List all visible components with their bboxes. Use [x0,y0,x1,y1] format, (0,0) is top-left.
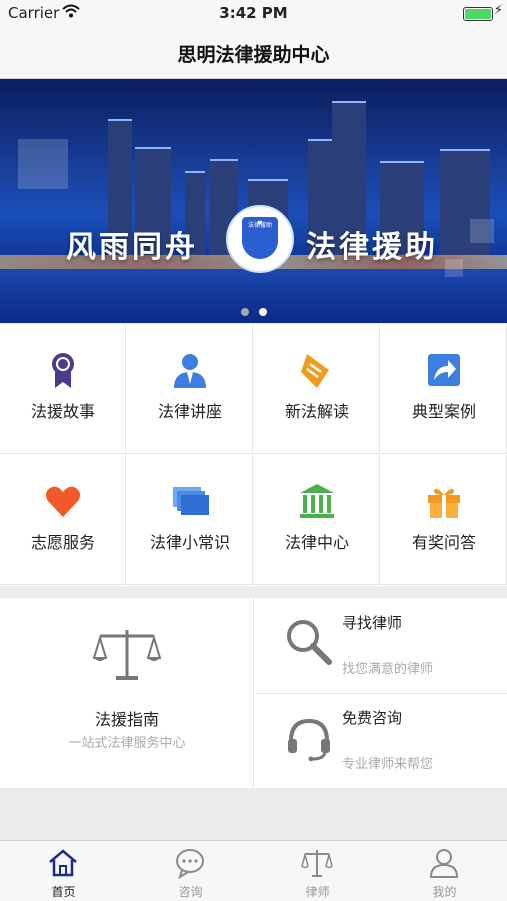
heart-icon [45,486,81,517]
courthouse-icon [300,484,334,518]
tab-me[interactable]: 我的 [381,841,507,901]
scroll-icon [301,354,329,388]
scales-icon [92,630,162,680]
magnifier-icon [287,620,332,665]
cards-icon [173,487,209,515]
lecturer-icon [174,354,206,388]
grid-item-label: 有奖问答 [411,533,476,552]
find-lawyer-subtitle: 找您满意的律师 [342,662,434,677]
grid-item-new-law-interpretation[interactable]: 新法解读 [254,324,380,454]
status-bar: Carrier 3:42 PM ⚡ [0,0,507,26]
banner-slogan-left: 风雨同舟 [66,230,198,265]
medal-icon [52,353,74,388]
guide-subtitle: 一站式法律服务中心 [68,736,186,751]
decor-square [18,139,68,189]
decor-square [470,219,494,243]
find-lawyer-card[interactable]: 寻找律师 找您满意的律师 [255,598,507,694]
banner-slogan-right: 法律援助 [306,230,438,265]
grid-item-prize-quiz[interactable]: 有奖问答 [381,455,507,585]
headset-icon [288,718,330,761]
gift-icon [428,488,460,518]
service-section: 法援指南 一站式法律服务中心 寻找律师 找您满意的律师 免费咨询 专业律师来帮您 [0,598,507,788]
tab-label: 我的 [432,885,457,899]
navigation-bar: 思明法律援助中心 [0,26,507,79]
grid-item-label: 法律小常识 [149,533,230,552]
share-arrow-icon [428,354,460,386]
tab-label: 咨询 [178,885,203,899]
legal-aid-guide-card[interactable]: 法援指南 一站式法律服务中心 [0,598,254,788]
grid-item-volunteer-service[interactable]: 志愿服务 [0,455,126,585]
tab-label: 律师 [305,885,330,899]
grid-item-label: 典型案例 [411,402,476,421]
grid-item-legal-center[interactable]: 法律中心 [254,455,380,585]
tab-bar: 首页 咨询 律师 我的 [0,840,507,901]
grid-item-label: 新法解读 [284,402,349,421]
grid-item-legal-lectures[interactable]: 法律讲座 [127,324,253,454]
grid-item-label: 法律中心 [284,533,349,552]
free-consult-title: 免费咨询 [342,709,403,727]
grid-item-legal-tips[interactable]: 法律小常识 [127,455,253,585]
scales-icon [301,850,333,877]
tab-home[interactable]: 首页 [0,841,127,901]
grid-item-label: 法律讲座 [157,402,222,421]
home-icon [49,849,77,877]
profile-icon [429,849,459,878]
legal-aid-logo: 法律援助 ♥ [226,205,294,273]
carousel-dot-active[interactable] [258,308,267,316]
carousel-dot[interactable] [240,308,249,316]
find-lawyer-title: 寻找律师 [342,614,403,632]
chat-icon [176,849,204,879]
free-consult-subtitle: 专业律师来帮您 [342,757,434,772]
battery-icon [463,7,493,21]
clock: 3:42 PM [219,4,288,22]
grid-item-legal-aid-stories[interactable]: 法援故事 [0,324,126,454]
heart-icon: ♥ [257,220,263,227]
feature-grid: 法援故事 法律讲座 新法解读 典型案例 志愿服务 法律小常识 法律中心 有奖问答 [0,324,507,586]
banner-sky [0,79,507,189]
tab-label: 首页 [51,885,76,899]
grid-item-typical-cases[interactable]: 典型案例 [381,324,507,454]
shield-icon: 法律援助 ♥ [242,217,278,259]
charging-icon: ⚡ [493,3,503,18]
decor-square [445,259,463,277]
grid-item-label: 法援故事 [30,402,95,421]
carousel-indicator[interactable] [0,301,507,320]
tab-lawyer[interactable]: 律师 [254,841,381,901]
guide-title: 法援指南 [94,710,159,729]
page-title: 思明法律援助中心 [177,44,330,66]
tab-consult[interactable]: 咨询 [127,841,254,901]
free-consultation-card[interactable]: 免费咨询 专业律师来帮您 [255,693,507,788]
grid-item-label: 志愿服务 [30,533,95,552]
banner-carousel[interactable] [0,79,507,323]
